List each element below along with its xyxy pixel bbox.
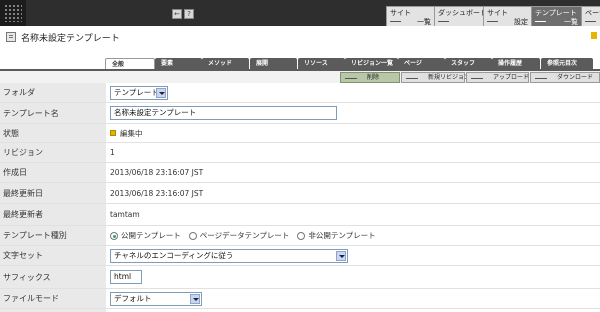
updated-value: 2013/06/18 23:16:07 JST <box>110 188 204 198</box>
radio-button <box>110 231 118 240</box>
row-folder: フォルダ テンプレート <box>0 83 600 103</box>
chevron-down-icon <box>336 250 346 261</box>
row-charset: 文字セット チャネルのエンコーディングに従う <box>0 246 600 266</box>
row-suffix: サフィックス html <box>0 266 600 289</box>
radio-label: 公開テンプレート <box>121 231 181 240</box>
row-status: 状態 編集中 <box>0 124 600 143</box>
radio-label: ページデータテンプレート <box>199 231 290 240</box>
revision-value: 1 <box>110 148 115 157</box>
row-updated: 最終更新日 2013/06/18 23:16:07 JST <box>0 183 600 204</box>
action-bar: 削除 新規リビジョン アップロード ダウンロード <box>0 71 600 83</box>
file-mode-value: デフォルト <box>114 293 152 303</box>
nav-dashboard[interactable]: ダッシュボード <box>434 6 487 26</box>
page-title: 名称未設定テンプレート <box>21 34 120 44</box>
charset-label: 文字セット <box>0 246 106 265</box>
tab-history[interactable]: 操作履歴 <box>492 58 540 69</box>
status-label: 状態 <box>0 124 106 142</box>
template-icon <box>6 32 16 42</box>
status-value: 編集中 <box>120 128 143 138</box>
tab-general[interactable]: 全般 <box>105 58 155 69</box>
title-row: 名称未設定テンプレート <box>0 26 600 56</box>
tab-staff[interactable]: スタッフ <box>445 58 492 69</box>
app-logo[interactable] <box>0 0 26 26</box>
radio-private-template[interactable]: 非公開テンプレート <box>297 230 376 241</box>
back-icon[interactable]: ← <box>172 9 182 19</box>
radio-public-template[interactable]: 公開テンプレート <box>110 230 181 241</box>
folder-select[interactable]: テンプレート <box>110 85 168 100</box>
upload-button[interactable]: アップロード <box>466 72 529 83</box>
radio-button <box>188 231 197 240</box>
updated-label: 最終更新日 <box>0 183 106 203</box>
tab-resources[interactable]: リソース <box>298 58 345 69</box>
suffix-label: サフィックス <box>0 266 106 288</box>
delete-button[interactable]: 削除 <box>340 72 400 83</box>
tab-deploy[interactable]: 展開 <box>250 58 297 69</box>
radio-button <box>297 231 306 240</box>
nav-label: サイト <box>487 9 508 17</box>
charset-value: チャネルのエンコーディングに従う <box>114 250 234 260</box>
nav-site-settings[interactable]: サイト 設定 <box>483 6 531 26</box>
template-name-input[interactable]: 名称未設定テンプレート <box>110 106 337 120</box>
nav-template-list[interactable]: テンプレート 一覧 <box>531 6 581 26</box>
nav-label: サイト <box>390 9 411 17</box>
folder-label: フォルダ <box>0 83 106 102</box>
nav-label: ダッシュボード <box>438 9 487 17</box>
row-created: 作成日 2013/06/18 23:16:07 JST <box>0 163 600 183</box>
charset-select[interactable]: チャネルのエンコーディングに従う <box>110 248 348 263</box>
radio-page-data-template[interactable]: ページデータテンプレート <box>188 230 290 241</box>
lock-icon[interactable] <box>591 32 597 39</box>
help-icon[interactable]: ? <box>184 9 194 19</box>
file-mode-select[interactable]: デフォルト <box>110 291 202 306</box>
created-value: 2013/06/18 23:16:07 JST <box>110 168 204 177</box>
updater-label: 最終更新者 <box>0 204 106 225</box>
file-mode-label: ファイルモード <box>0 289 106 308</box>
folder-value: テンプレート <box>114 87 159 97</box>
tab-pages[interactable]: ページ <box>398 58 445 69</box>
new-revision-button[interactable]: 新規リビジョン <box>401 72 470 83</box>
row-revision: リビジョン 1 <box>0 143 600 163</box>
row-updater: 最終更新者 tamtam <box>0 204 600 226</box>
nav-site-list[interactable]: サイト 一覧 <box>386 6 434 26</box>
updater-value: tamtam <box>110 210 140 219</box>
created-label: 作成日 <box>0 163 106 182</box>
chevron-down-icon <box>190 293 200 304</box>
tab-referrers[interactable]: 参照元目次 <box>541 58 593 69</box>
download-button[interactable]: ダウンロード <box>530 72 600 83</box>
revision-label: リビジョン <box>0 143 106 162</box>
top-bar: ← ? サイト 一覧 ダッシュボード サイト 設定 テンプレート 一覧 ページ <box>0 0 600 26</box>
suffix-input[interactable]: html <box>110 270 142 284</box>
tab-revisions[interactable]: リビジョン一覧 <box>345 58 398 69</box>
tab-methods[interactable]: メソッド <box>202 58 249 69</box>
template-type-label: テンプレート種別 <box>0 226 106 245</box>
nav-label: ページ <box>585 9 600 17</box>
chevron-down-icon <box>156 87 166 98</box>
template-name-label: テンプレート名 <box>0 103 106 123</box>
row-template-type: テンプレート種別 公開テンプレート ページデータテンプレート 非公開テンプレート <box>0 226 600 246</box>
tab-elements[interactable]: 要素 <box>155 58 202 69</box>
row-template-name: テンプレート名 名称未設定テンプレート <box>0 103 600 124</box>
radio-label: 非公開テンプレート <box>308 231 376 240</box>
row-file-mode: ファイルモード デフォルト <box>0 289 600 309</box>
status-icon <box>110 130 116 136</box>
nav-pages[interactable]: ページ <box>581 6 600 26</box>
